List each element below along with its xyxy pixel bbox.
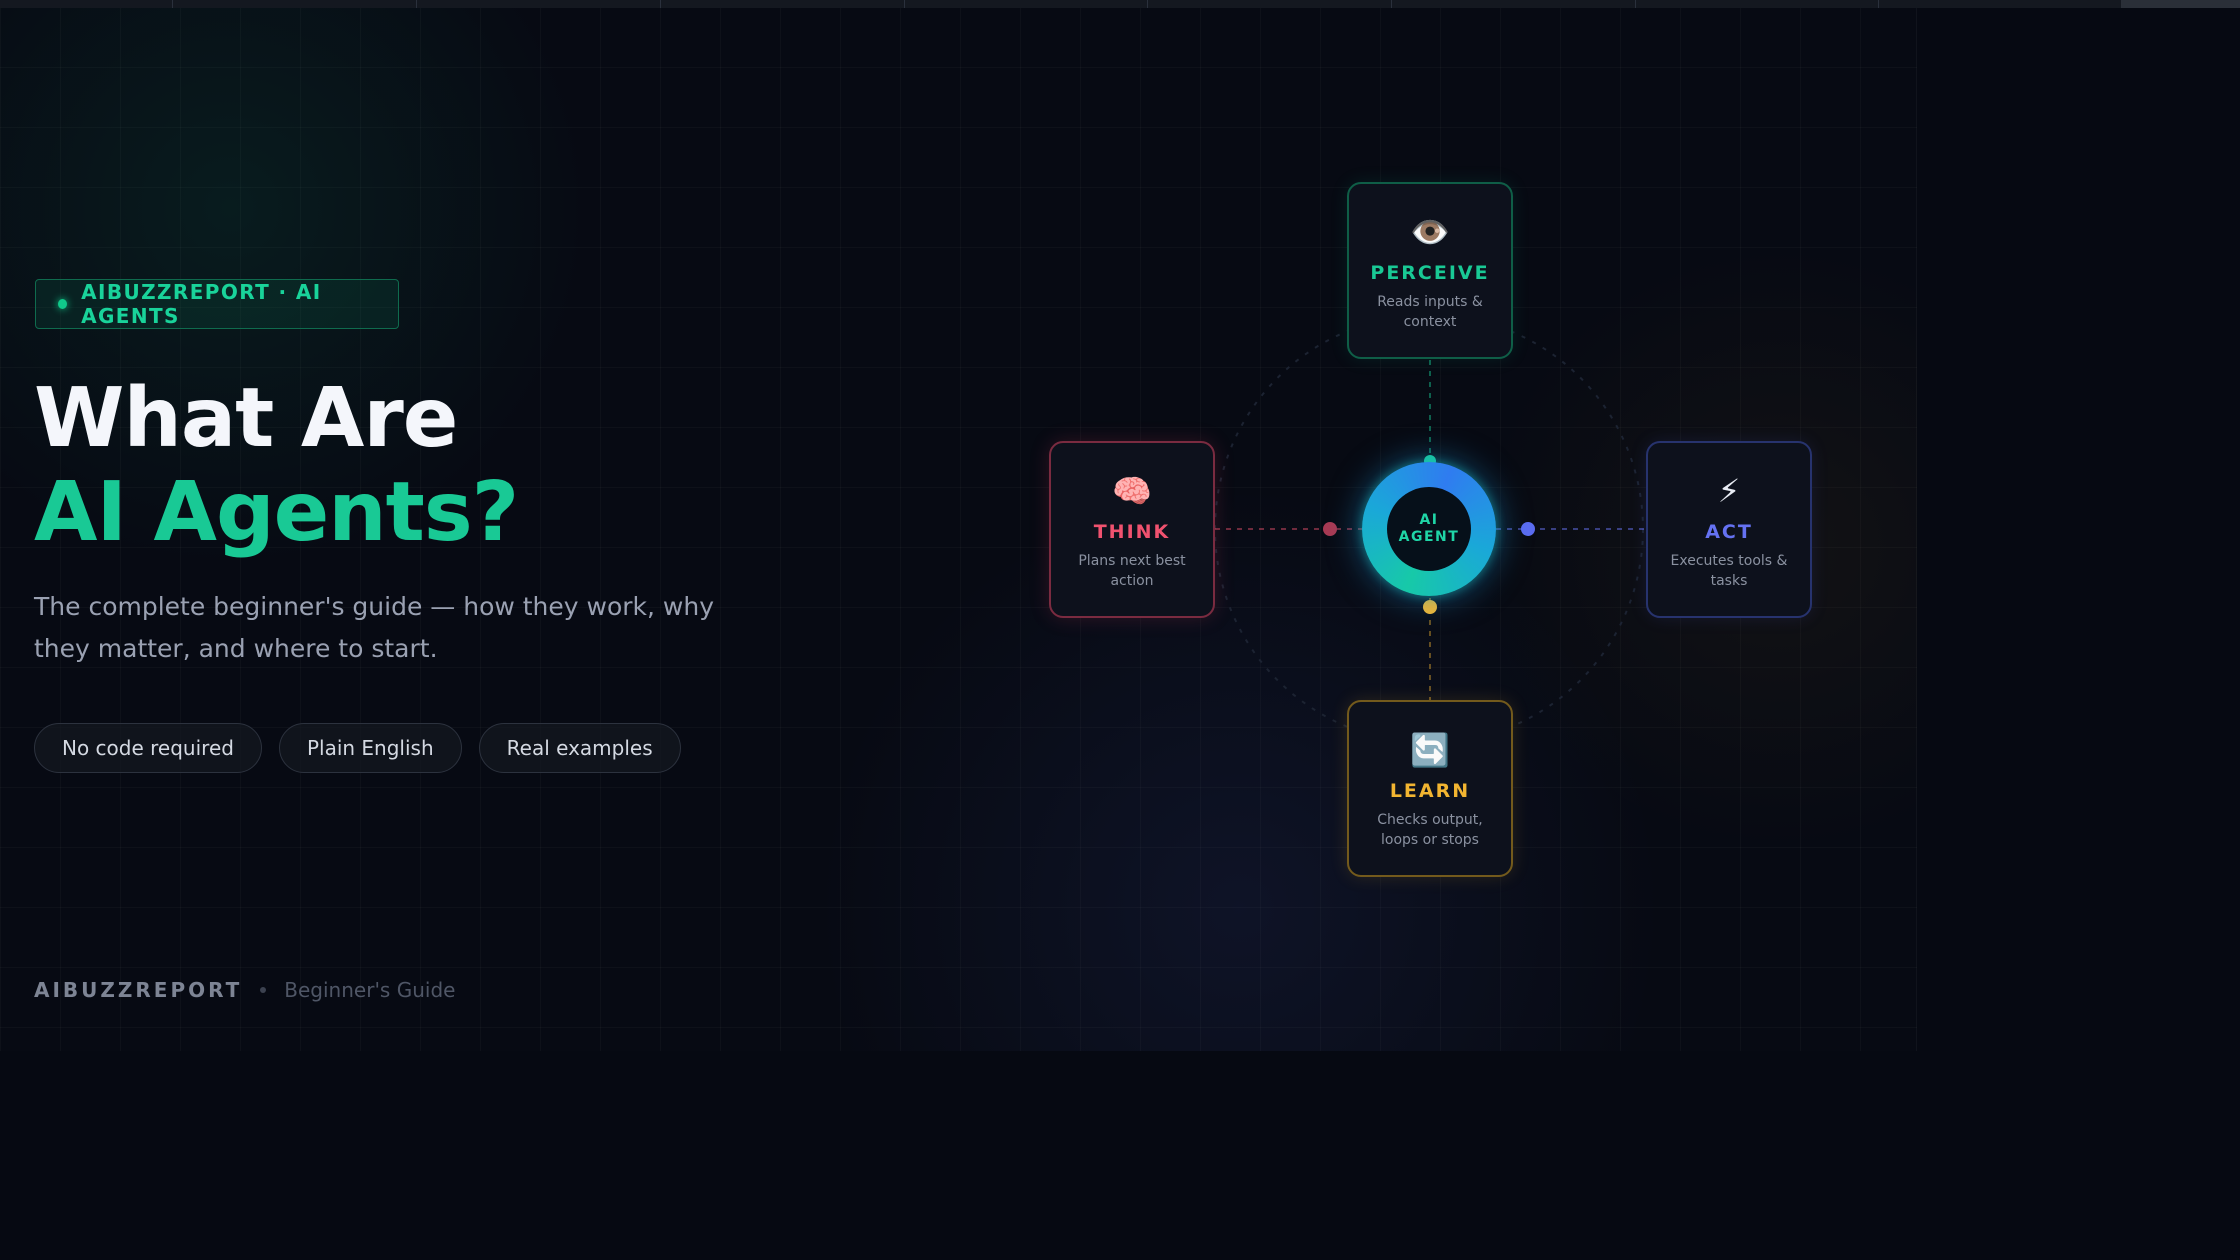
node-desc-think: Plans next best action [1078,553,1186,589]
ai-agent-core: AI AGENT [1362,462,1496,596]
subtitle-line-1: The complete beginner's guide — how they… [34,592,715,621]
brain-icon: 🧠 [1112,472,1152,510]
node-title-perceive: PERCEIVE [1370,262,1490,284]
node-desc-learn: Checks output, loops or stops [1377,812,1483,848]
tab-divider [1391,0,1392,8]
tab-strip-end [2121,0,2240,8]
node-title-learn: LEARN [1389,780,1471,802]
tab-divider [1878,0,1879,8]
feature-pills: No code required Plain English Real exam… [34,723,681,773]
ai-agent-core-center: AI AGENT [1387,487,1471,571]
footer-brand: AIBUZZREPORT [34,978,243,1002]
tab-divider [416,0,417,8]
node-title-think: THINK [1093,521,1171,543]
refresh-icon: 🔄 [1410,731,1450,769]
core-label-line-2: AGENT [1398,529,1460,545]
subtitle: The complete beginner's guide — how they… [34,586,734,670]
title-line-2: AI Agents? [34,465,519,560]
pill-plain-english: Plain English [278,723,462,773]
node-card-learn: 🔄 LEARN Checks output, loops or stops [1347,700,1513,877]
tab-divider [1635,0,1636,8]
tab-divider [172,0,173,8]
tab-divider [660,0,661,8]
core-label-line-1: AI [1419,512,1439,528]
node-card-perceive: 👁️ PERCEIVE Reads inputs & context [1347,182,1513,359]
title-line-1: What Are [34,371,458,466]
pill-real-examples: Real examples [478,723,681,773]
page-title: What Are AI Agents? [34,372,934,560]
brand-badge: AIBUZZREPORT · AI AGENTS [35,279,399,329]
badge-label: AIBUZZREPORT · AI AGENTS [81,280,322,328]
node-title-act: ACT [1705,521,1753,543]
tab-divider [1147,0,1148,8]
hero-edge [1916,8,1917,1051]
node-desc-act: Executes tools & tasks [1670,553,1788,589]
subtitle-line-2: they matter, and where to start. [34,634,438,663]
badge-dot-icon [58,299,68,309]
node-card-think: 🧠 THINK Plans next best action [1049,441,1215,618]
footer-label: Beginner's Guide [284,978,456,1002]
node-desc-perceive: Reads inputs & context [1377,294,1483,330]
footer-separator [260,987,267,993]
pill-no-code: No code required [34,723,262,773]
node-card-act: ⚡ ACT Executes tools & tasks [1646,441,1812,618]
top-tab-strip [0,0,2240,8]
lightning-icon: ⚡ [1717,472,1741,510]
eye-icon: 👁️ [1410,213,1450,251]
tab-divider [904,0,905,8]
footer: AIBUZZREPORT Beginner's Guide [34,978,455,1002]
